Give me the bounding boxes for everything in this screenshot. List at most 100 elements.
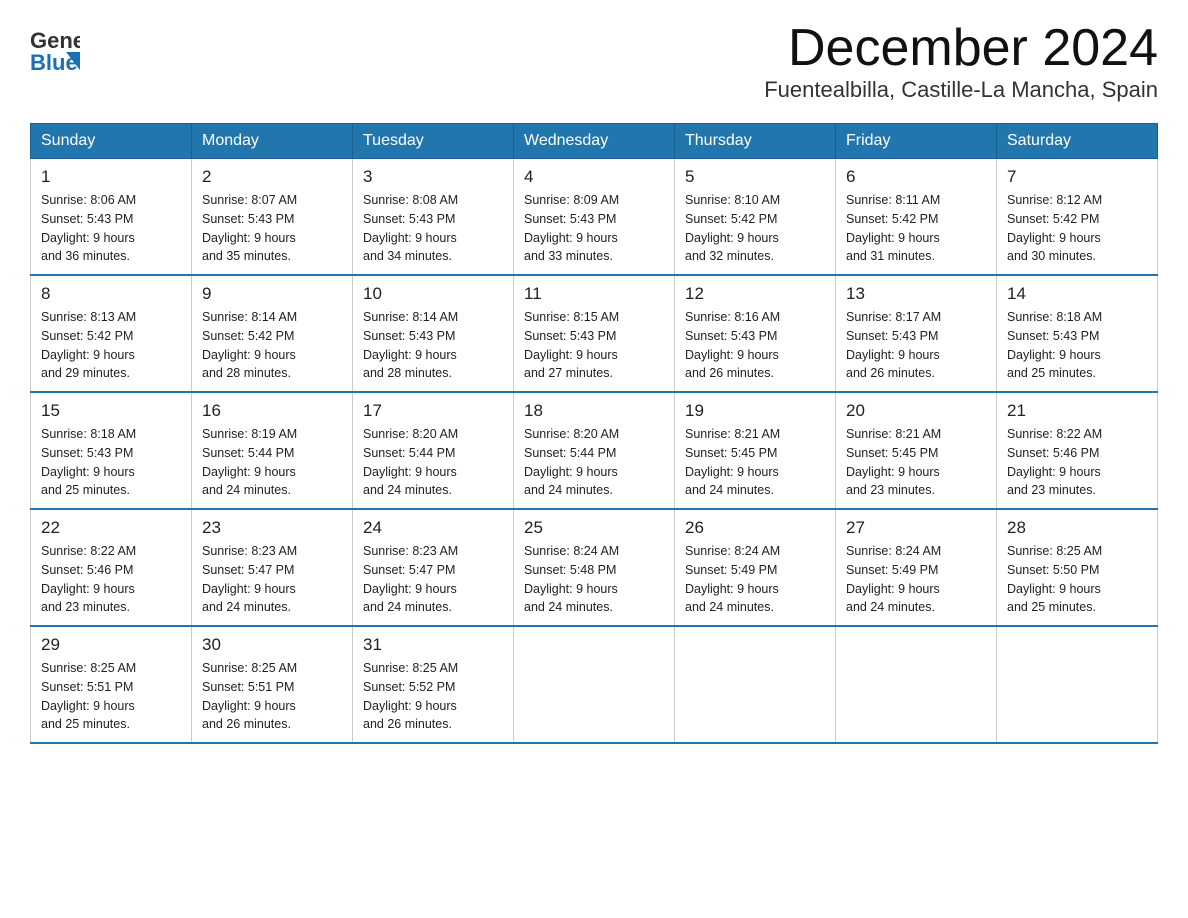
daylight-label: Daylight: 9 hours xyxy=(524,582,618,596)
sunset-label: Sunset: 5:44 PM xyxy=(202,446,294,460)
day-info: Sunrise: 8:09 AM Sunset: 5:43 PM Dayligh… xyxy=(524,191,664,266)
daylight-minutes: and 29 minutes. xyxy=(41,366,130,380)
day-info: Sunrise: 8:11 AM Sunset: 5:42 PM Dayligh… xyxy=(846,191,986,266)
day-number: 7 xyxy=(1007,167,1147,187)
table-row xyxy=(675,626,836,743)
day-info: Sunrise: 8:21 AM Sunset: 5:45 PM Dayligh… xyxy=(846,425,986,500)
day-number: 11 xyxy=(524,284,664,304)
daylight-minutes: and 24 minutes. xyxy=(846,600,935,614)
day-info: Sunrise: 8:16 AM Sunset: 5:43 PM Dayligh… xyxy=(685,308,825,383)
table-row: 26 Sunrise: 8:24 AM Sunset: 5:49 PM Dayl… xyxy=(675,509,836,626)
daylight-minutes: and 28 minutes. xyxy=(202,366,291,380)
sunrise-label: Sunrise: 8:22 AM xyxy=(41,544,136,558)
sunrise-label: Sunrise: 8:23 AM xyxy=(202,544,297,558)
table-row: 8 Sunrise: 8:13 AM Sunset: 5:42 PM Dayli… xyxy=(31,275,192,392)
table-row: 13 Sunrise: 8:17 AM Sunset: 5:43 PM Dayl… xyxy=(836,275,997,392)
daylight-minutes: and 35 minutes. xyxy=(202,249,291,263)
sunrise-label: Sunrise: 8:19 AM xyxy=(202,427,297,441)
day-number: 17 xyxy=(363,401,503,421)
calendar-week-3: 15 Sunrise: 8:18 AM Sunset: 5:43 PM Dayl… xyxy=(31,392,1158,509)
day-number: 2 xyxy=(202,167,342,187)
table-row: 6 Sunrise: 8:11 AM Sunset: 5:42 PM Dayli… xyxy=(836,159,997,276)
day-info: Sunrise: 8:24 AM Sunset: 5:49 PM Dayligh… xyxy=(685,542,825,617)
day-number: 23 xyxy=(202,518,342,538)
table-row: 1 Sunrise: 8:06 AM Sunset: 5:43 PM Dayli… xyxy=(31,159,192,276)
day-info: Sunrise: 8:18 AM Sunset: 5:43 PM Dayligh… xyxy=(41,425,181,500)
daylight-label: Daylight: 9 hours xyxy=(685,465,779,479)
title-block: December 2024 Fuentealbilla, Castille-La… xyxy=(764,20,1158,103)
day-number: 1 xyxy=(41,167,181,187)
col-saturday: Saturday xyxy=(997,124,1158,159)
day-number: 10 xyxy=(363,284,503,304)
daylight-label: Daylight: 9 hours xyxy=(202,582,296,596)
daylight-label: Daylight: 9 hours xyxy=(41,465,135,479)
day-number: 20 xyxy=(846,401,986,421)
sunrise-label: Sunrise: 8:13 AM xyxy=(41,310,136,324)
calendar-week-5: 29 Sunrise: 8:25 AM Sunset: 5:51 PM Dayl… xyxy=(31,626,1158,743)
daylight-label: Daylight: 9 hours xyxy=(846,582,940,596)
daylight-label: Daylight: 9 hours xyxy=(524,231,618,245)
table-row: 30 Sunrise: 8:25 AM Sunset: 5:51 PM Dayl… xyxy=(192,626,353,743)
daylight-minutes: and 25 minutes. xyxy=(1007,366,1096,380)
sunrise-label: Sunrise: 8:24 AM xyxy=(846,544,941,558)
daylight-minutes: and 32 minutes. xyxy=(685,249,774,263)
table-row: 21 Sunrise: 8:22 AM Sunset: 5:46 PM Dayl… xyxy=(997,392,1158,509)
table-row xyxy=(514,626,675,743)
table-row: 2 Sunrise: 8:07 AM Sunset: 5:43 PM Dayli… xyxy=(192,159,353,276)
daylight-label: Daylight: 9 hours xyxy=(363,699,457,713)
daylight-label: Daylight: 9 hours xyxy=(363,348,457,362)
day-number: 22 xyxy=(41,518,181,538)
sunrise-label: Sunrise: 8:21 AM xyxy=(685,427,780,441)
table-row: 27 Sunrise: 8:24 AM Sunset: 5:49 PM Dayl… xyxy=(836,509,997,626)
daylight-label: Daylight: 9 hours xyxy=(363,465,457,479)
daylight-label: Daylight: 9 hours xyxy=(41,699,135,713)
daylight-minutes: and 26 minutes. xyxy=(846,366,935,380)
day-info: Sunrise: 8:25 AM Sunset: 5:51 PM Dayligh… xyxy=(202,659,342,734)
daylight-label: Daylight: 9 hours xyxy=(1007,231,1101,245)
sunrise-label: Sunrise: 8:22 AM xyxy=(1007,427,1102,441)
sunset-label: Sunset: 5:49 PM xyxy=(846,563,938,577)
sunrise-label: Sunrise: 8:25 AM xyxy=(363,661,458,675)
daylight-label: Daylight: 9 hours xyxy=(685,231,779,245)
sunrise-label: Sunrise: 8:06 AM xyxy=(41,193,136,207)
daylight-minutes: and 26 minutes. xyxy=(202,717,291,731)
daylight-label: Daylight: 9 hours xyxy=(685,582,779,596)
sunrise-label: Sunrise: 8:25 AM xyxy=(1007,544,1102,558)
table-row: 3 Sunrise: 8:08 AM Sunset: 5:43 PM Dayli… xyxy=(353,159,514,276)
sunset-label: Sunset: 5:50 PM xyxy=(1007,563,1099,577)
sunset-label: Sunset: 5:43 PM xyxy=(1007,329,1099,343)
sunset-label: Sunset: 5:42 PM xyxy=(1007,212,1099,226)
table-row: 19 Sunrise: 8:21 AM Sunset: 5:45 PM Dayl… xyxy=(675,392,836,509)
calendar-week-2: 8 Sunrise: 8:13 AM Sunset: 5:42 PM Dayli… xyxy=(31,275,1158,392)
sunset-label: Sunset: 5:46 PM xyxy=(41,563,133,577)
daylight-label: Daylight: 9 hours xyxy=(1007,582,1101,596)
sunrise-label: Sunrise: 8:16 AM xyxy=(685,310,780,324)
daylight-label: Daylight: 9 hours xyxy=(202,465,296,479)
table-row: 22 Sunrise: 8:22 AM Sunset: 5:46 PM Dayl… xyxy=(31,509,192,626)
sunset-label: Sunset: 5:51 PM xyxy=(41,680,133,694)
day-info: Sunrise: 8:24 AM Sunset: 5:48 PM Dayligh… xyxy=(524,542,664,617)
sunset-label: Sunset: 5:43 PM xyxy=(41,446,133,460)
table-row: 25 Sunrise: 8:24 AM Sunset: 5:48 PM Dayl… xyxy=(514,509,675,626)
sunrise-label: Sunrise: 8:11 AM xyxy=(846,193,940,207)
daylight-minutes: and 24 minutes. xyxy=(363,483,452,497)
daylight-minutes: and 31 minutes. xyxy=(846,249,935,263)
daylight-minutes: and 26 minutes. xyxy=(685,366,774,380)
sunrise-label: Sunrise: 8:20 AM xyxy=(363,427,458,441)
table-row xyxy=(997,626,1158,743)
sunset-label: Sunset: 5:45 PM xyxy=(685,446,777,460)
daylight-minutes: and 30 minutes. xyxy=(1007,249,1096,263)
sunset-label: Sunset: 5:47 PM xyxy=(363,563,455,577)
day-info: Sunrise: 8:24 AM Sunset: 5:49 PM Dayligh… xyxy=(846,542,986,617)
daylight-minutes: and 33 minutes. xyxy=(524,249,613,263)
sunset-label: Sunset: 5:43 PM xyxy=(41,212,133,226)
sunrise-label: Sunrise: 8:25 AM xyxy=(202,661,297,675)
page-header: General Blue December 2024 Fuentealbilla… xyxy=(30,20,1158,103)
sunset-label: Sunset: 5:43 PM xyxy=(363,329,455,343)
sunset-label: Sunset: 5:43 PM xyxy=(202,212,294,226)
day-info: Sunrise: 8:13 AM Sunset: 5:42 PM Dayligh… xyxy=(41,308,181,383)
day-info: Sunrise: 8:14 AM Sunset: 5:43 PM Dayligh… xyxy=(363,308,503,383)
col-sunday: Sunday xyxy=(31,124,192,159)
sunrise-label: Sunrise: 8:09 AM xyxy=(524,193,619,207)
daylight-minutes: and 24 minutes. xyxy=(685,600,774,614)
